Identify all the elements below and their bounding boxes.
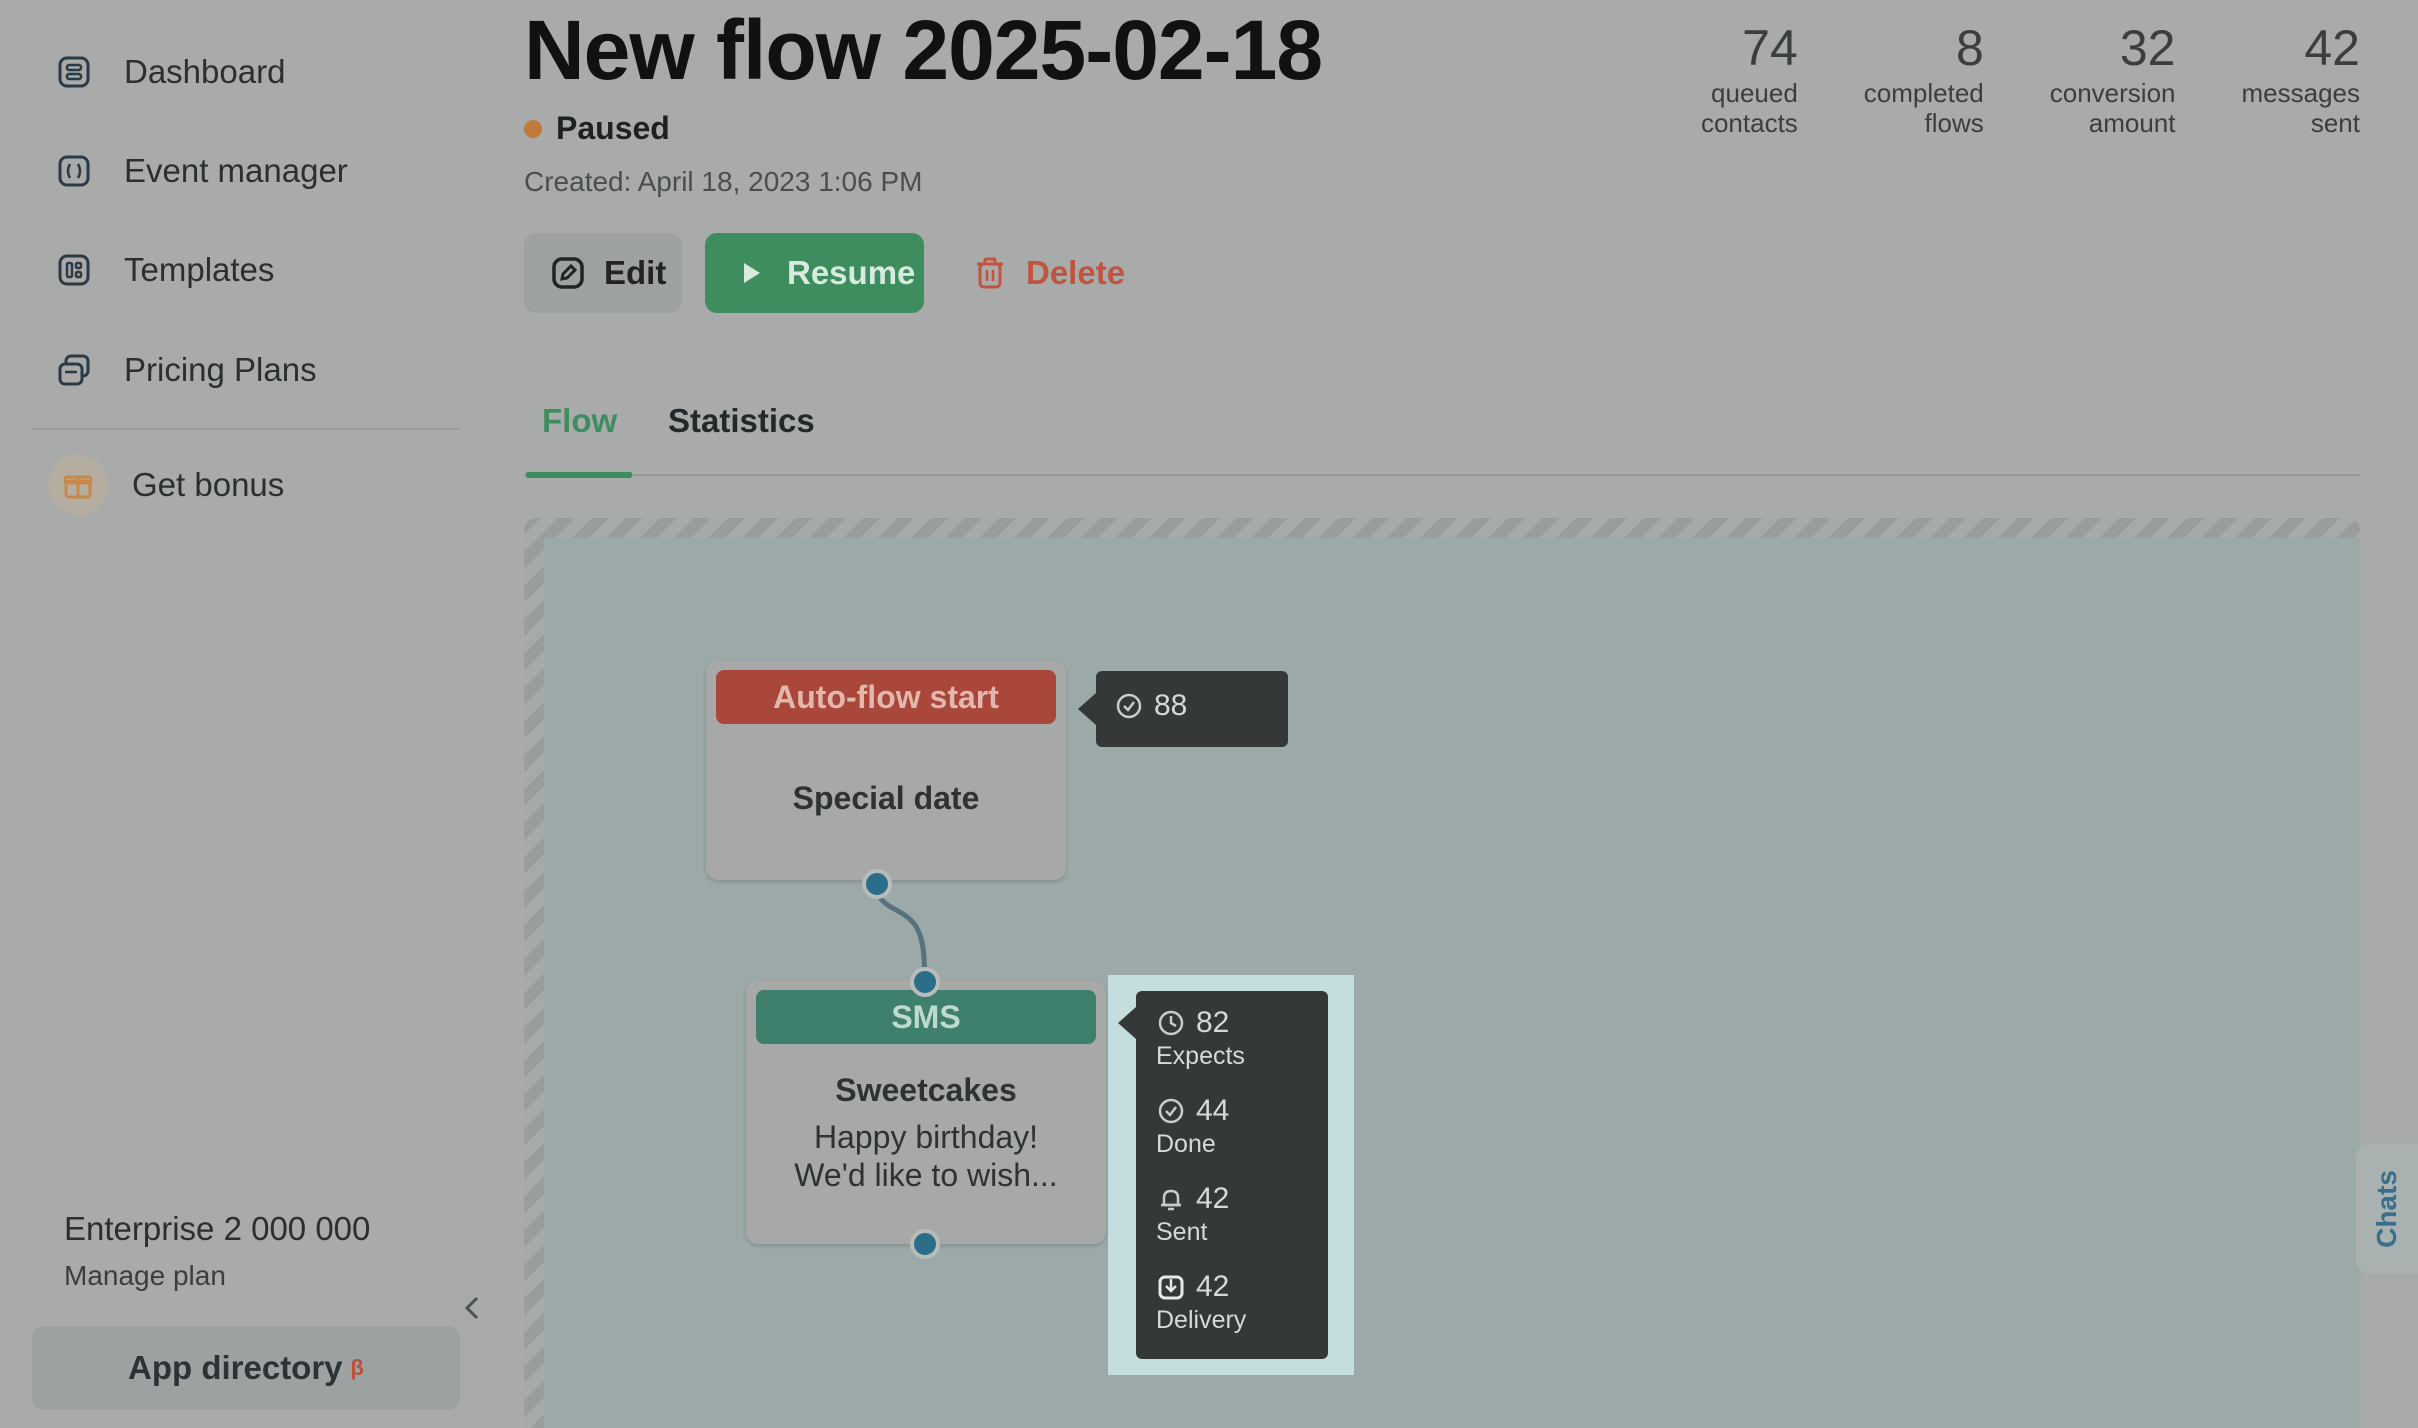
node-title: Special date bbox=[792, 780, 980, 816]
tooltip-value: 88 bbox=[1154, 689, 1188, 722]
tooltip-label: Delivery bbox=[1156, 1306, 1247, 1334]
tooltip-row-sent: 42 Sent bbox=[1156, 1181, 1229, 1247]
node-input-port[interactable] bbox=[910, 967, 940, 997]
tooltip-row-expects: 82 Expects bbox=[1156, 1005, 1245, 1071]
flow-node-sms[interactable]: SMS Sweetcakes Happy birthday! We'd like… bbox=[746, 980, 1106, 1244]
node-output-port[interactable] bbox=[910, 1229, 940, 1259]
node-header: Auto-flow start bbox=[716, 670, 1056, 724]
delivery-icon bbox=[1156, 1272, 1186, 1302]
node-message-line: Happy birthday! bbox=[813, 1119, 1039, 1155]
tooltip-row-delivery: 42 Delivery bbox=[1156, 1269, 1246, 1335]
tooltip-label: Expects bbox=[1156, 1042, 1245, 1070]
tooltip-row: 88 bbox=[1114, 689, 1187, 723]
tooltip-row-done: 44 Done bbox=[1156, 1093, 1229, 1159]
clock-icon bbox=[1156, 1008, 1186, 1038]
check-circle-icon bbox=[1156, 1096, 1186, 1126]
tooltip-value: 44 bbox=[1196, 1094, 1230, 1127]
node-title: Sweetcakes bbox=[835, 1072, 1017, 1108]
tooltip-value: 82 bbox=[1196, 1006, 1230, 1039]
check-circle-icon bbox=[1114, 691, 1144, 721]
node-message-line: We'd like to wish... bbox=[794, 1157, 1058, 1193]
flow-node-auto-start[interactable]: Auto-flow start Special date bbox=[706, 660, 1066, 880]
app-root: Dashboard Event manager Templates Pricin… bbox=[0, 0, 2418, 1428]
bell-icon bbox=[1156, 1184, 1186, 1214]
chats-tab[interactable]: Chats bbox=[2356, 1144, 2418, 1274]
tooltip-label: Sent bbox=[1156, 1218, 1208, 1246]
sms-node-stats-tooltip: 82 Expects 44 Done 42 Sent 42 Delivery bbox=[1118, 991, 1328, 1359]
start-node-stats-tooltip: 88 bbox=[1078, 671, 1288, 747]
tooltip-label: Done bbox=[1156, 1130, 1216, 1158]
chats-label: Chats bbox=[2371, 1170, 2403, 1248]
sms-stats-highlight: 82 Expects 44 Done 42 Sent 42 Delivery bbox=[1108, 975, 1354, 1375]
tooltip-value: 42 bbox=[1196, 1270, 1230, 1303]
node-header: SMS bbox=[756, 990, 1096, 1044]
tooltip-value: 42 bbox=[1196, 1182, 1230, 1215]
node-output-port[interactable] bbox=[862, 869, 892, 899]
